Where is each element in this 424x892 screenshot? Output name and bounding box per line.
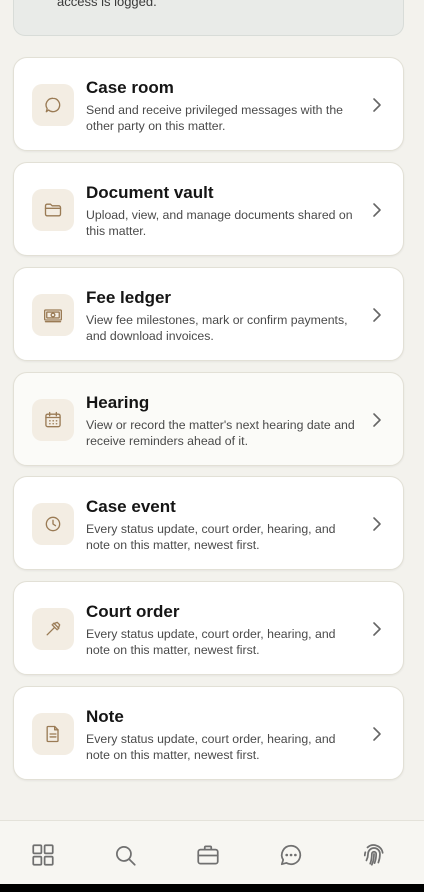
card-title: Hearing bbox=[86, 393, 150, 412]
card-description: Every status update, court order, hearin… bbox=[86, 522, 336, 552]
chat-bubble-icon bbox=[32, 84, 74, 126]
chat-icon[interactable] bbox=[277, 841, 305, 869]
card-note[interactable]: Note Every status update, court order, h… bbox=[13, 686, 404, 780]
bottom-nav bbox=[0, 820, 424, 884]
chevron-right-icon bbox=[371, 96, 383, 114]
chevron-right-icon bbox=[371, 411, 383, 429]
card-title: Court order bbox=[86, 602, 180, 621]
card-description: Send and receive privileged messages wit… bbox=[86, 103, 344, 133]
briefcase-icon[interactable] bbox=[194, 841, 222, 869]
card-case-event[interactable]: Case event Every status update, court or… bbox=[13, 476, 404, 570]
folder-icon bbox=[32, 189, 74, 231]
search-icon[interactable] bbox=[111, 841, 139, 869]
card-title: Fee ledger bbox=[86, 288, 172, 307]
banknote-icon bbox=[32, 294, 74, 336]
notice-banner: access is logged. bbox=[13, 0, 404, 36]
card-title: Case event bbox=[86, 497, 176, 516]
system-navigation-bar bbox=[0, 884, 424, 892]
card-title: Case room bbox=[86, 78, 174, 97]
card-description: View or record the matter's next hearing… bbox=[86, 418, 355, 448]
clock-icon bbox=[32, 503, 74, 545]
card-description: View fee milestones, mark or confirm pay… bbox=[86, 313, 348, 343]
grid-icon[interactable] bbox=[29, 841, 57, 869]
calendar-icon bbox=[32, 399, 74, 441]
note-icon bbox=[32, 713, 74, 755]
card-case-room[interactable]: Case room Send and receive privileged me… bbox=[13, 57, 404, 151]
chevron-right-icon bbox=[371, 725, 383, 743]
gavel-icon bbox=[32, 608, 74, 650]
chevron-right-icon bbox=[371, 620, 383, 638]
card-description: Upload, view, and manage documents share… bbox=[86, 208, 353, 238]
card-description: Every status update, court order, hearin… bbox=[86, 732, 336, 762]
card-title: Note bbox=[86, 707, 124, 726]
chevron-right-icon bbox=[371, 515, 383, 533]
card-title: Document vault bbox=[86, 183, 214, 202]
card-fee-ledger[interactable]: Fee ledger View fee milestones, mark or … bbox=[13, 267, 404, 361]
card-document-vault[interactable]: Document vault Upload, view, and manage … bbox=[13, 162, 404, 256]
card-hearing[interactable]: Hearing View or record the matter's next… bbox=[13, 372, 404, 466]
card-court-order[interactable]: Court order Every status update, court o… bbox=[13, 581, 404, 675]
chevron-right-icon bbox=[371, 201, 383, 219]
notice-text: access is logged. bbox=[57, 0, 157, 9]
card-description: Every status update, court order, hearin… bbox=[86, 627, 336, 657]
fingerprint-icon[interactable] bbox=[360, 841, 388, 869]
chevron-right-icon bbox=[371, 306, 383, 324]
